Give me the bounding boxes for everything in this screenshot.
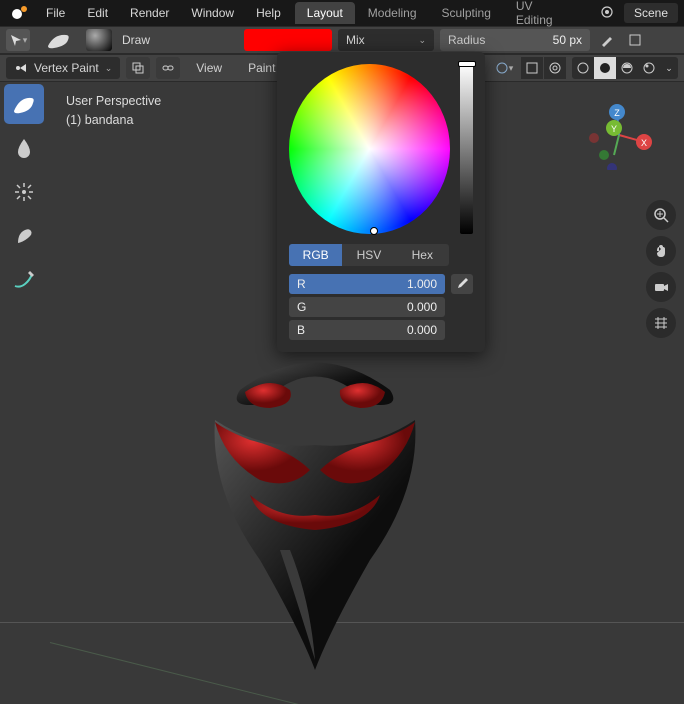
value-slider[interactable]	[460, 64, 473, 234]
scene-name[interactable]: Scene	[624, 3, 678, 23]
viewport-active-object-label: (1) bandana	[66, 111, 161, 130]
cursor-dropdown-icon[interactable]: ▾	[6, 29, 30, 51]
mode-name: Vertex Paint	[34, 61, 99, 75]
gizmo-toggle-icon[interactable]	[521, 57, 543, 79]
menu-render[interactable]: Render	[120, 2, 179, 24]
brush-preview-icon[interactable]	[86, 29, 112, 51]
workspace-tab-layout[interactable]: Layout	[295, 2, 355, 24]
picker-b-value: 0.000	[407, 323, 437, 337]
radius-value: 50 px	[553, 33, 582, 47]
picker-b-label: B	[297, 323, 305, 337]
menu-edit[interactable]: Edit	[77, 2, 118, 24]
tool-draw-icon[interactable]	[4, 84, 44, 124]
app-logo-icon[interactable]	[6, 3, 34, 23]
chevron-down-icon: ⌄	[105, 63, 113, 74]
strength-dropdown-icon[interactable]	[624, 29, 646, 51]
menu-file[interactable]: File	[36, 2, 75, 24]
pressure-radius-icon[interactable]	[596, 29, 618, 51]
brush-draw-icon[interactable]	[36, 30, 80, 50]
picker-tab-hex[interactable]: Hex	[396, 244, 449, 266]
color-wheel-cursor[interactable]	[370, 227, 378, 235]
svg-text:X: X	[641, 138, 647, 148]
link-icon[interactable]	[156, 57, 180, 79]
blend-mode-label: Mix	[346, 33, 365, 47]
shading-solid-icon[interactable]	[594, 57, 616, 79]
picker-b-slider[interactable]: B 0.000	[289, 320, 445, 340]
color-wheel[interactable]	[289, 64, 450, 234]
picker-tab-hsv[interactable]: HSV	[342, 244, 395, 266]
shading-rendered-icon[interactable]	[638, 57, 660, 79]
brush-color-swatch[interactable]	[244, 29, 332, 51]
scene-browse-icon[interactable]	[594, 2, 620, 25]
tool-smear-icon[interactable]	[4, 216, 44, 256]
color-picker-popover: RGB HSV Hex R 1.000 G 0.000 B 0.000	[277, 52, 485, 352]
chevron-down-icon: ⌄	[418, 35, 426, 46]
menu-window[interactable]: Window	[181, 2, 244, 24]
overlay-toggle-icon[interactable]	[544, 57, 566, 79]
tool-blur-icon[interactable]	[4, 128, 44, 168]
workspace-tab-sculpting[interactable]: Sculpting	[430, 2, 503, 24]
workspace-tab-modeling[interactable]: Modeling	[356, 2, 429, 24]
mode-select-dropdown[interactable]: Vertex Paint ⌄	[6, 57, 120, 79]
shading-mode-group: ⌄	[572, 57, 678, 79]
picker-tab-rgb[interactable]: RGB	[289, 244, 342, 266]
camera-icon[interactable]	[646, 272, 676, 302]
svg-text:Y: Y	[611, 124, 617, 134]
copy-icon[interactable]	[126, 57, 150, 79]
perspective-toggle-icon[interactable]	[646, 308, 676, 338]
brush-radius-field[interactable]: Radius 50 px	[440, 29, 590, 51]
blend-mode-dropdown[interactable]: Mix ⌄	[338, 29, 434, 51]
picker-r-slider[interactable]: R 1.000	[289, 274, 445, 294]
viewport-perspective-label: User Perspective	[66, 92, 161, 111]
picker-g-value: 0.000	[407, 300, 437, 314]
axis-gizmo[interactable]: X Y Z	[584, 100, 654, 170]
workspace-tab-uv[interactable]: UV Editing	[504, 2, 584, 24]
radius-label: Radius	[448, 33, 485, 47]
overlay-dropdown-icon[interactable]: ▾	[493, 57, 515, 79]
value-slider-cursor[interactable]	[458, 61, 476, 67]
tool-average-icon[interactable]	[4, 172, 44, 212]
picker-g-label: G	[297, 300, 306, 314]
picker-r-label: R	[297, 277, 306, 291]
pan-icon[interactable]	[646, 236, 676, 266]
header-view[interactable]: View	[186, 58, 232, 78]
tool-name-label: Draw	[118, 33, 238, 47]
zoom-icon[interactable]	[646, 200, 676, 230]
svg-text:Z: Z	[614, 108, 620, 118]
shading-matprev-icon[interactable]	[616, 57, 638, 79]
picker-g-slider[interactable]: G 0.000	[289, 297, 445, 317]
menu-help[interactable]: Help	[246, 2, 291, 24]
picker-r-value: 1.000	[407, 277, 437, 291]
eyedropper-icon[interactable]	[451, 274, 473, 294]
bandana-mesh[interactable]	[170, 350, 460, 680]
shading-wireframe-icon[interactable]	[572, 57, 594, 79]
shading-options-dropdown[interactable]: ⌄	[660, 57, 678, 79]
tool-annotate-icon[interactable]	[4, 260, 44, 300]
vertex-paint-icon	[14, 61, 28, 75]
